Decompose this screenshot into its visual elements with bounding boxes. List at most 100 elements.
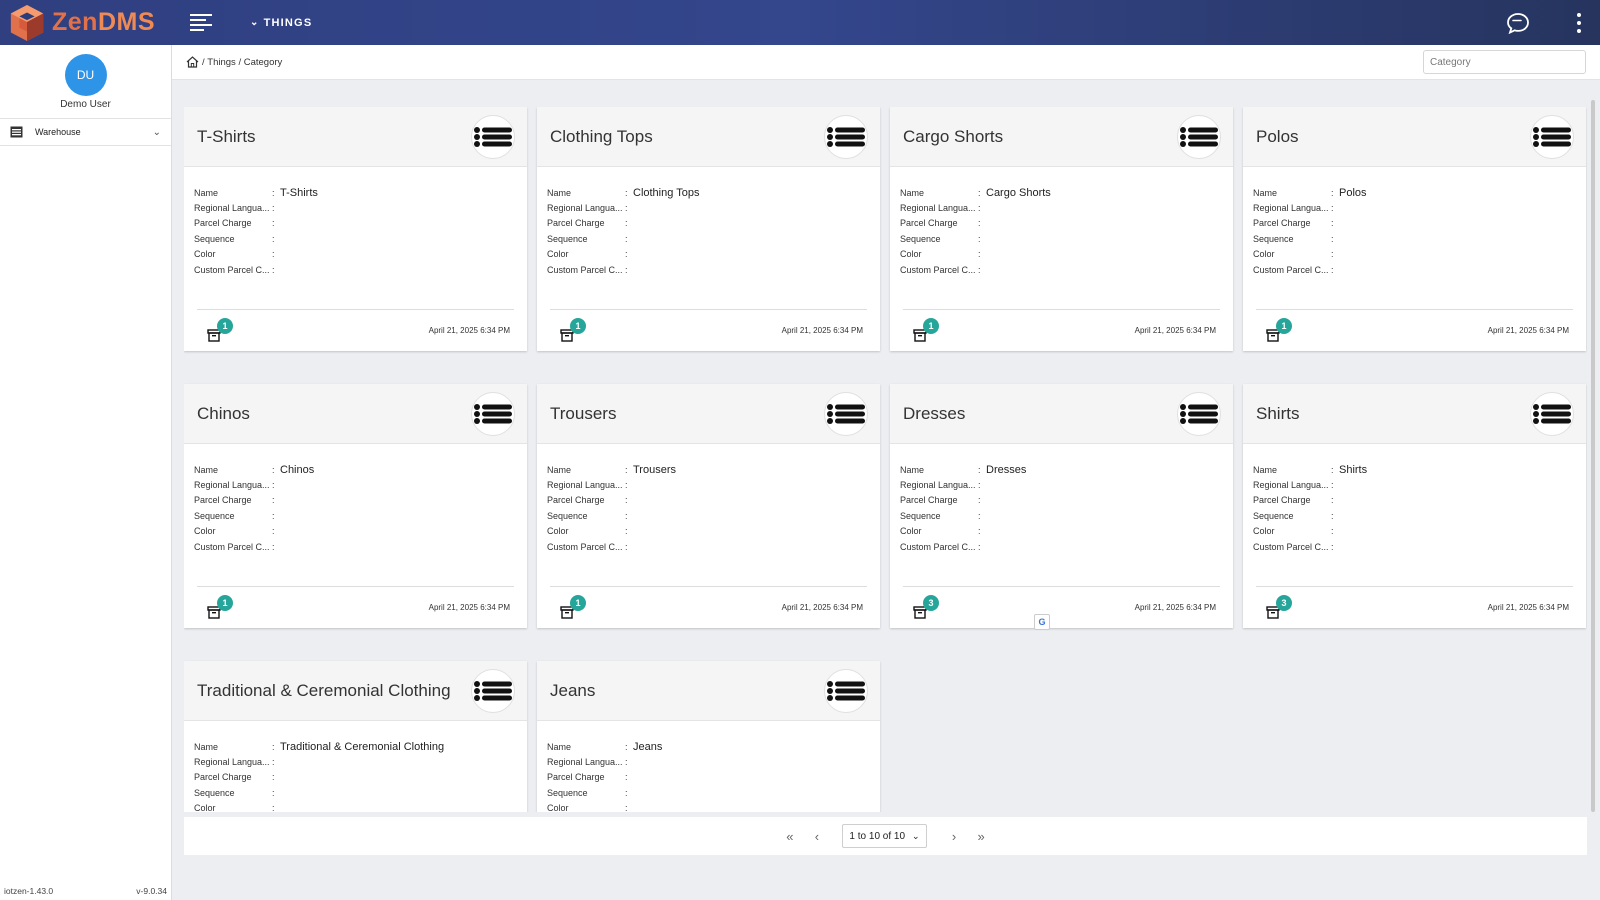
field-colon: : — [625, 742, 628, 752]
hamburger-icon[interactable] — [190, 13, 212, 32]
breadcrumb-things[interactable]: Things — [207, 57, 236, 68]
archive-icon[interactable]: 1 — [207, 317, 233, 342]
category-card[interactable]: T-Shirts Name: T-Shirts Regional Langua...:… — [184, 107, 527, 351]
card-title: Polos — [1256, 126, 1299, 146]
archive-icon[interactable]: 1 — [207, 594, 233, 619]
build-version: v-9.0.34 — [136, 886, 167, 896]
field-label: Parcel Charge — [547, 772, 605, 782]
category-card[interactable]: Trousers Name: Trousers Regional Langua...:… — [537, 384, 880, 628]
prev-page-button[interactable]: ‹ — [803, 829, 830, 844]
chevron-down-icon: ⌄ — [912, 830, 920, 841]
chat-icon[interactable] — [1506, 12, 1530, 34]
field-row: Parcel Charge: — [194, 495, 517, 511]
card-fields: Name: Shirts Regional Langua...: Parcel Cha… — [1243, 444, 1586, 557]
field-row: Custom Parcel C...: — [194, 542, 517, 558]
count-badge: 3 — [923, 594, 939, 611]
field-row: Parcel Charge: — [900, 218, 1223, 234]
list-icon[interactable] — [471, 114, 515, 159]
page-range-label: 1 to 10 of 10 — [849, 830, 906, 842]
category-card[interactable]: Chinos Name: Chinos Regional Langua...: Parc… — [184, 384, 527, 628]
field-label: Name — [1253, 465, 1278, 475]
list-icon[interactable] — [1177, 391, 1221, 436]
category-card[interactable]: Cargo Shorts Name: Cargo Shorts Regional La… — [890, 107, 1233, 351]
field-row: Regional Langua...: — [900, 203, 1223, 219]
field-row: Name: T-Shirts — [194, 187, 517, 203]
field-row: Sequence: — [194, 234, 517, 250]
field-label: Parcel Charge — [1253, 218, 1311, 228]
next-page-button[interactable]: › — [941, 829, 968, 844]
field-colon: : — [272, 526, 275, 536]
search-input[interactable] — [1423, 50, 1586, 74]
breadcrumb: / Things / Category — [186, 56, 282, 68]
scrollbar[interactable] — [1591, 100, 1595, 812]
archive-icon[interactable]: 1 — [560, 594, 586, 619]
list-icon[interactable] — [1530, 114, 1574, 159]
card-footer: 3 April 21, 2025 6:34 PM — [903, 586, 1220, 628]
archive-icon[interactable]: 1 — [560, 317, 586, 342]
field-row: Regional Langua...: — [194, 480, 517, 496]
list-icon[interactable] — [1177, 114, 1221, 159]
list-icon[interactable] — [824, 114, 868, 159]
list-icon[interactable] — [824, 391, 868, 436]
category-card[interactable]: Traditional & Ceremonial Clothing Name: Tr… — [184, 661, 527, 812]
archive-icon[interactable]: 3 — [1266, 594, 1292, 619]
things-menu[interactable]: ⌄ THINGS — [250, 17, 312, 29]
list-icon[interactable] — [471, 668, 515, 713]
field-label: Color — [547, 803, 569, 812]
card-header: Shirts — [1243, 384, 1586, 444]
field-colon: : — [272, 218, 275, 228]
field-colon: : — [978, 233, 981, 244]
sidebar-footer: iotzen-1.43.0 v-9.0.34 — [4, 886, 167, 896]
more-vertical-icon[interactable] — [1576, 12, 1582, 33]
home-icon[interactable] — [186, 56, 199, 68]
field-value: Trousers — [633, 464, 676, 476]
card-title: Chinos — [197, 403, 250, 423]
list-icon[interactable] — [471, 391, 515, 436]
field-row: Sequence: — [1253, 511, 1576, 527]
field-colon: : — [1331, 233, 1334, 244]
archive-icon[interactable]: 1 — [1266, 317, 1292, 342]
field-label: Name — [900, 465, 925, 475]
last-page-button[interactable]: » — [968, 829, 995, 844]
field-label: Color — [900, 249, 922, 259]
list-icon[interactable] — [824, 668, 868, 713]
field-label: Color — [547, 249, 569, 259]
archive-icon[interactable]: 3 — [913, 594, 939, 619]
field-label: Regional Langua... — [547, 202, 623, 213]
card-footer: 1 April 21, 2025 6:34 PM — [903, 309, 1220, 351]
field-row: Color: — [1253, 249, 1576, 265]
category-card[interactable]: Dresses Name: Dresses Regional Langua...: Pa… — [890, 384, 1233, 628]
field-row: Color: — [194, 803, 517, 812]
field-label: Name — [547, 742, 572, 752]
category-card[interactable]: Jeans Name: Jeans Regional Langua...: Parcel… — [537, 661, 880, 812]
category-card[interactable]: Shirts Name: Shirts Regional Langua...: Parc… — [1243, 384, 1586, 628]
card-header: Clothing Tops — [537, 107, 880, 167]
avatar[interactable]: DU — [64, 54, 107, 96]
category-card[interactable]: Clothing Tops Name: Clothing Tops Regional … — [537, 107, 880, 351]
field-colon: : — [978, 541, 981, 552]
list-icon[interactable] — [1530, 391, 1574, 436]
field-row: Custom Parcel C...: — [194, 265, 517, 281]
sidebar-item-warehouse[interactable]: Warehouse ⌄ — [0, 118, 171, 146]
card-title: Cargo Shorts — [903, 126, 1004, 146]
field-colon: : — [272, 233, 275, 244]
breadcrumb-current: Category — [243, 56, 283, 68]
field-colon: : — [272, 249, 275, 259]
first-page-button[interactable]: « — [776, 829, 803, 844]
field-row: Parcel Charge: — [194, 772, 517, 788]
field-label: Parcel Charge — [194, 772, 252, 782]
app-logo[interactable]: ZenDMS — [8, 3, 168, 43]
category-card[interactable]: Polos Name: Polos Regional Langua...: Parcel… — [1243, 107, 1586, 351]
warehouse-icon — [10, 126, 23, 138]
field-colon: : — [625, 772, 628, 782]
page-range-select[interactable]: 1 to 10 of 10 ⌄ — [842, 824, 927, 848]
field-colon: : — [272, 479, 275, 490]
archive-icon[interactable]: 1 — [913, 317, 939, 342]
field-colon: : — [272, 202, 275, 213]
field-value: T-Shirts — [280, 187, 318, 199]
field-label: Parcel Charge — [1253, 495, 1311, 505]
updated-date: April 21, 2025 6:34 PM — [428, 326, 510, 335]
field-label: Sequence — [194, 787, 235, 798]
field-colon: : — [625, 479, 628, 490]
translate-icon[interactable]: G — [1034, 614, 1050, 630]
